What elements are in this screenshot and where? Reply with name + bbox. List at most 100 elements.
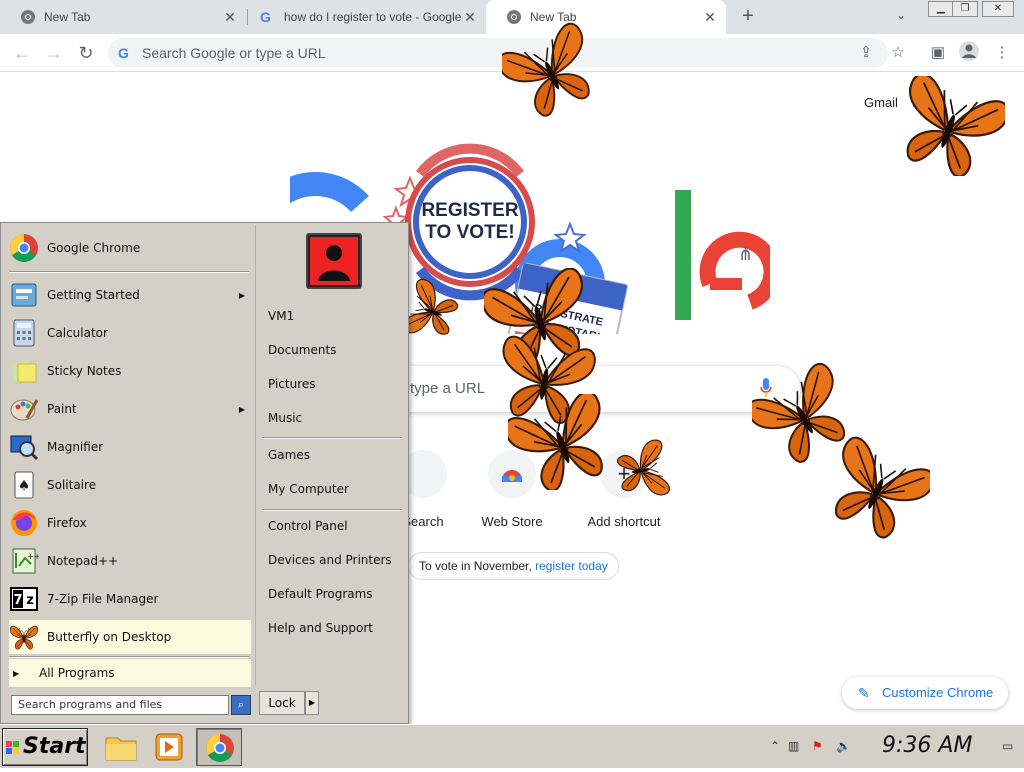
submenu-arrow-icon: ▶ xyxy=(238,404,245,414)
butterfly-icon xyxy=(502,16,598,126)
start-label: Start xyxy=(23,734,86,759)
back-button[interactable]: ← xyxy=(10,41,34,65)
tab-search-chevron-icon[interactable]: ⌄ xyxy=(896,8,906,22)
paint-icon xyxy=(9,394,39,424)
address-bar[interactable]: G Search Google or type a URL xyxy=(108,38,888,68)
start-item-sticky-notes[interactable]: Sticky Notes xyxy=(9,354,251,388)
close-window-button[interactable]: ✕ xyxy=(982,1,1014,17)
google-g-icon: G xyxy=(118,45,129,61)
start-item-notepad-plus-plus[interactable]: ++ Notepad++ xyxy=(9,544,251,578)
restore-button[interactable]: ❐ xyxy=(952,1,978,17)
taskbar: Start ⌃ ▥ ⚑ 🔈 9:36 AM ▭ xyxy=(0,724,1024,768)
start-menu-separator xyxy=(262,509,402,510)
butterfly-icon xyxy=(400,266,460,356)
seven-zip-icon: 7z xyxy=(9,584,39,614)
show-desktop-icon[interactable]: ▭ xyxy=(1002,739,1013,753)
start-button[interactable]: Start xyxy=(2,728,88,766)
start-item-label: Paint xyxy=(47,402,77,416)
start-place-default-programs[interactable]: Default Programs xyxy=(268,587,373,601)
start-place-help-support[interactable]: Help and Support xyxy=(268,621,373,635)
svg-text:z: z xyxy=(26,593,34,608)
start-place-documents[interactable]: Documents xyxy=(268,343,336,357)
share-doodle-icon[interactable]: ⋔ xyxy=(738,244,753,265)
file-explorer-icon[interactable] xyxy=(98,728,144,766)
all-programs-button[interactable]: ▶ All Programs xyxy=(9,659,251,687)
tab-google-search[interactable]: G how do I register to vote - Google S ✕ xyxy=(248,0,486,34)
search-icon[interactable]: ⌕ xyxy=(231,695,251,715)
notepad-plus-plus-icon: ++ xyxy=(9,546,40,576)
sticky-notes-icon xyxy=(9,356,39,386)
butterfly-icon xyxy=(895,76,1005,176)
start-item-label: Butterfly on Desktop xyxy=(47,630,172,644)
start-item-label: 7-Zip File Manager xyxy=(47,592,159,606)
start-place-devices-printers[interactable]: Devices and Printers xyxy=(268,553,392,567)
profile-avatar-icon[interactable] xyxy=(958,40,979,66)
all-programs-arrow-icon: ▶ xyxy=(13,668,20,678)
close-tab-icon[interactable]: ✕ xyxy=(462,9,478,26)
close-tab-icon[interactable]: ✕ xyxy=(702,9,718,26)
start-menu-separator xyxy=(262,437,402,438)
new-tab-button[interactable]: + xyxy=(738,6,758,26)
svg-text:7: 7 xyxy=(13,593,22,608)
google-favicon-icon: G xyxy=(260,9,271,25)
customize-chrome-button[interactable]: ✎ Customize Chrome xyxy=(842,677,1008,709)
solitaire-icon: ♠ xyxy=(9,470,39,500)
start-item-label: Getting Started xyxy=(47,288,140,302)
show-hidden-icons-icon[interactable]: ⌃ xyxy=(770,739,780,753)
share-icon[interactable]: ⇪ xyxy=(856,43,876,61)
lock-options-arrow-icon[interactable]: ▶ xyxy=(305,691,319,715)
getting-started-icon xyxy=(9,280,39,310)
reload-button[interactable]: ↻ xyxy=(74,41,98,65)
butterfly-icon xyxy=(826,436,930,542)
firefox-icon xyxy=(9,508,39,538)
calculator-icon xyxy=(9,318,39,348)
start-search-input[interactable]: Search programs and files xyxy=(11,695,229,715)
chrome-icon[interactable] xyxy=(196,728,242,766)
start-item-7zip[interactable]: 7z 7-Zip File Manager xyxy=(9,582,251,616)
gmail-link[interactable]: Gmail xyxy=(864,95,898,110)
start-place-vm1[interactable]: VM1 xyxy=(268,309,294,323)
start-item-magnifier[interactable]: Magnifier xyxy=(9,430,251,464)
network-icon[interactable]: ▥ xyxy=(788,739,799,753)
media-player-icon[interactable] xyxy=(146,728,192,766)
security-alert-icon[interactable]: ⚑ xyxy=(812,739,823,753)
volume-icon[interactable]: 🔈 xyxy=(836,739,851,753)
pencil-icon: ✎ xyxy=(858,685,870,701)
butterfly-icon xyxy=(614,428,674,512)
tab-title: how do I register to vote - Google S xyxy=(284,10,462,24)
start-place-pictures[interactable]: Pictures xyxy=(268,377,316,391)
all-programs-label: All Programs xyxy=(39,666,115,680)
start-item-butterfly-on-desktop[interactable]: Butterfly on Desktop xyxy=(9,620,251,654)
start-item-label: Firefox xyxy=(47,516,87,530)
search-placeholder: type a URL xyxy=(410,380,486,397)
clock[interactable]: 9:36 AM xyxy=(882,733,972,758)
start-item-google-chrome[interactable]: Google Chrome xyxy=(9,231,251,265)
start-item-label: Calculator xyxy=(47,326,108,340)
lock-button[interactable]: Lock xyxy=(259,691,305,715)
promo-text: To vote in November, xyxy=(419,559,536,573)
start-menu-programs-pane: Google Chrome Getting Started ▶ Calculat… xyxy=(3,225,253,719)
start-item-getting-started[interactable]: Getting Started ▶ xyxy=(9,278,251,312)
bookmark-star-icon[interactable]: ☆ xyxy=(888,43,908,61)
start-place-games[interactable]: Games xyxy=(268,448,310,462)
start-item-solitaire[interactable]: ♠ Solitaire xyxy=(9,468,251,502)
tab-title: New Tab xyxy=(44,10,91,24)
start-place-music[interactable]: Music xyxy=(268,411,302,425)
user-avatar[interactable] xyxy=(306,233,362,289)
register-today-link[interactable]: register today xyxy=(535,559,608,573)
close-tab-icon[interactable]: ✕ xyxy=(222,9,238,26)
address-bar-placeholder: Search Google or type a URL xyxy=(142,45,326,61)
shortcut-label: Web Store xyxy=(481,514,543,529)
tab-new-tab-1[interactable]: New Tab ✕ xyxy=(0,0,246,34)
start-item-firefox[interactable]: Firefox xyxy=(9,506,251,540)
forward-button[interactable]: → xyxy=(42,41,66,65)
minimize-button[interactable]: ▁ xyxy=(928,1,954,17)
start-item-paint[interactable]: Paint ▶ xyxy=(9,392,251,426)
start-place-control-panel[interactable]: Control Panel xyxy=(268,519,348,533)
more-menu-icon[interactable]: ⋮ xyxy=(992,43,1012,61)
start-place-my-computer[interactable]: My Computer xyxy=(268,482,349,496)
start-item-calculator[interactable]: Calculator xyxy=(9,316,251,350)
start-item-label: Sticky Notes xyxy=(47,364,122,378)
doodle-badge-text-1: REGISTER xyxy=(421,200,518,221)
side-panel-icon[interactable]: ▣ xyxy=(928,43,948,61)
